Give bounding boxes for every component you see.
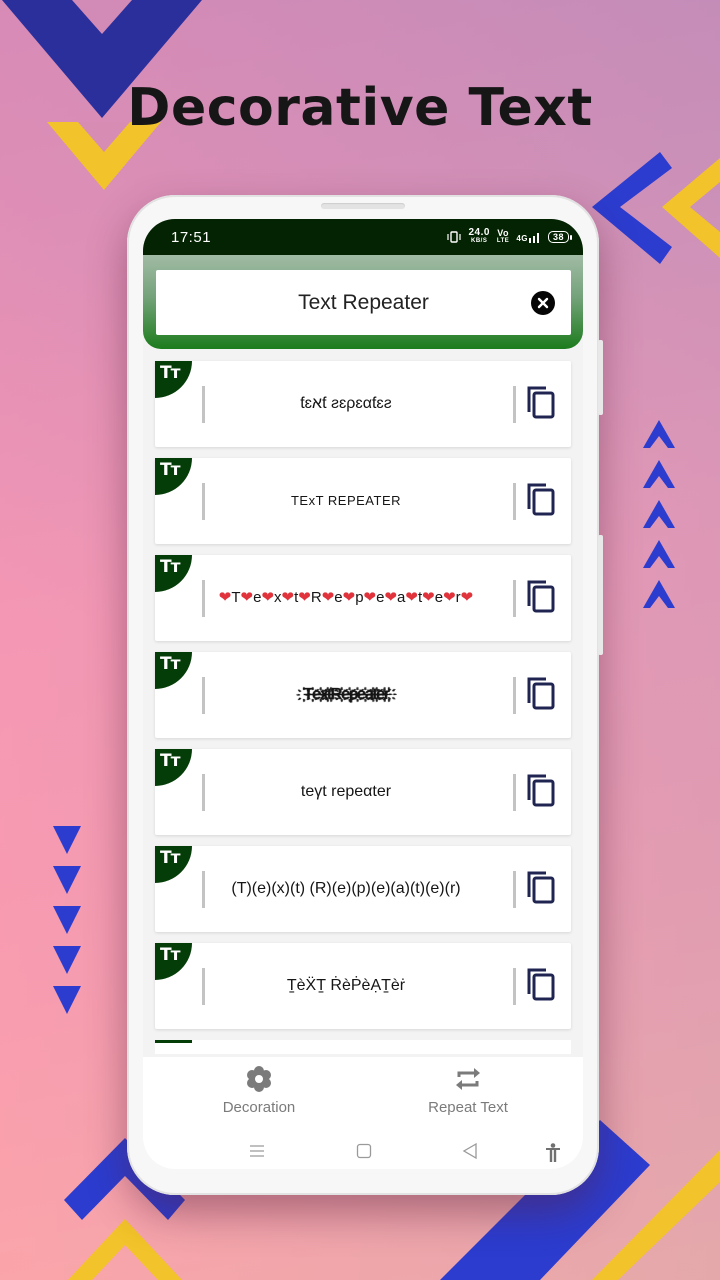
styled-text-item: Tт ҉T҉e҉x҉t҉R҉e҉p҉e҉a҉t҉e҉r҉ <box>155 652 571 738</box>
divider <box>202 580 205 617</box>
volte-indicator: Vo LTE <box>496 228 510 245</box>
divider <box>202 774 205 811</box>
divider <box>513 774 516 811</box>
heart-icon: ❤ <box>281 589 295 606</box>
text-style-badge-icon: Tт <box>155 846 192 883</box>
repeat-icon <box>456 1068 480 1090</box>
battery-indicator: 38 <box>547 231 573 243</box>
styled-text-item: Tт (T)(e)(x)(t) (R)(e)(p)(e)(a)(t)(e)(r) <box>155 846 571 932</box>
system-navigation-bar <box>143 1143 583 1169</box>
divider <box>513 871 516 908</box>
text-style-badge-icon: Tт <box>155 555 192 592</box>
badge-edge <box>155 1040 192 1043</box>
heart-icon: ❤ <box>363 589 377 606</box>
nav-decoration[interactable]: Decoration <box>159 1065 359 1116</box>
nav-repeat-text[interactable]: Repeat Text <box>368 1065 568 1116</box>
styled-text-item: Tт ❤ T ❤ e ❤ x ❤ t ❤ R ❤ e ❤ p ❤ e ❤ a ❤ t ❤ e ❤ r ❤ <box>155 555 571 641</box>
heart-icon: ❤ <box>384 589 398 606</box>
net-speed: 24.0 KB/S <box>468 227 490 245</box>
heart-icon: ❤ <box>342 589 356 606</box>
heart-icon: ❤ <box>405 589 418 606</box>
styled-text-item-partial <box>155 1040 571 1054</box>
text-style-badge-icon: Tт <box>155 458 192 495</box>
copy-icon[interactable] <box>525 676 557 710</box>
divider <box>513 386 516 423</box>
styled-text: ❤ T ❤ e ❤ x ❤ t ❤ R ❤ e ❤ p ❤ e ❤ a ❤ t ❤ e ❤ r ❤ <box>207 555 485 641</box>
styled-text-item: Tт ƭɛאƭ ƨɛρɛαƭɛƨ <box>155 361 571 447</box>
phone-volume-button <box>598 340 603 415</box>
styled-text-item: Tт teγt repeαter <box>155 749 571 835</box>
phone-power-button <box>598 535 603 655</box>
text-input-box[interactable]: Text Repeater <box>156 270 571 335</box>
styled-text: ҉T҉e҉x҉t҉R҉e҉p҉e҉a҉t҉e҉r҉ <box>303 686 389 703</box>
status-time: 17:51 <box>171 228 212 246</box>
phone-frame: 17:51 24.0 KB/S Vo LTE 4G 38 Text Repeat… <box>127 195 603 1195</box>
right-blue-chevron <box>592 152 672 264</box>
right-yellow-chevron <box>662 158 720 258</box>
text-style-badge-icon: Tт <box>155 943 192 980</box>
styled-text-item: Tт TExT REPEATER <box>155 458 571 544</box>
clear-text-button[interactable] <box>531 291 555 315</box>
divider <box>513 580 516 617</box>
status-icons: 24.0 KB/S Vo LTE 4G 38 <box>447 227 573 245</box>
signal-indicator: 4G <box>516 232 541 243</box>
app-header: Text Repeater <box>143 255 583 349</box>
app-screen: 17:51 24.0 KB/S Vo LTE 4G 38 Text Repeat… <box>143 219 583 1169</box>
copy-icon[interactable] <box>525 579 557 613</box>
styled-text: TExT REPEATER <box>290 493 402 508</box>
styled-text-list: Tт ƭɛאƭ ƨɛρɛαƭɛƨ Tт TExT REPEATER Tт ❤ T ❤… <box>143 349 583 1054</box>
text-style-badge-icon: Tт <box>155 361 192 398</box>
flower-icon <box>247 1066 271 1092</box>
copy-icon[interactable] <box>525 773 557 807</box>
text-style-badge-icon: Tт <box>155 749 192 786</box>
styled-text: teγt repeαter <box>300 783 392 800</box>
heart-icon: ❤ <box>321 589 335 606</box>
menu-icon[interactable] <box>249 1143 265 1159</box>
bottom-navigation: Decoration Repeat Text <box>143 1057 583 1169</box>
text-style-badge-icon: Tт <box>155 652 192 689</box>
divider <box>202 483 205 520</box>
vibrate-icon <box>447 231 462 243</box>
copy-icon[interactable] <box>525 870 557 904</box>
text-input-value[interactable]: Text Repeater <box>298 291 429 315</box>
heart-icon: ❤ <box>298 589 311 606</box>
heart-icon: ❤ <box>261 589 275 606</box>
heart-icon: ❤ <box>460 589 474 606</box>
home-icon[interactable] <box>356 1143 372 1159</box>
divider <box>513 677 516 714</box>
down-arrows <box>53 826 81 1014</box>
styled-text: T̠èẌT̠ ṘèṖèẠT̠èṙ <box>286 977 406 994</box>
close-icon <box>537 297 549 309</box>
copy-icon[interactable] <box>525 482 557 516</box>
divider <box>202 968 205 1005</box>
heart-icon: ❤ <box>422 589 435 606</box>
phone-speaker <box>321 203 405 209</box>
signal-bars-icon <box>528 232 539 243</box>
divider <box>513 968 516 1005</box>
accessibility-icon[interactable] <box>544 1143 562 1163</box>
up-arrows <box>643 420 675 608</box>
divider <box>202 386 205 423</box>
styled-text: (T)(e)(x)(t) (R)(e)(p)(e)(a)(t)(e)(r) <box>231 880 461 897</box>
heart-icon: ❤ <box>240 589 254 606</box>
styled-text: ƭɛאƭ ƨɛρɛαƭɛƨ <box>300 395 392 412</box>
divider <box>202 677 205 714</box>
heart-icon: ❤ <box>443 589 456 606</box>
copy-icon[interactable] <box>525 967 557 1001</box>
status-bar: 17:51 24.0 KB/S Vo LTE 4G 38 <box>143 219 583 255</box>
divider <box>202 871 205 908</box>
heart-icon: ❤ <box>218 589 232 606</box>
bottom-left-yellow-chevron <box>68 1219 182 1280</box>
back-icon[interactable] <box>462 1143 478 1159</box>
promo-headline: Decorative Text <box>127 78 593 138</box>
styled-text-item: Tт T̠èẌT̠ ṘèṖèẠT̠èṙ <box>155 943 571 1029</box>
copy-icon[interactable] <box>525 385 557 419</box>
divider <box>513 483 516 520</box>
